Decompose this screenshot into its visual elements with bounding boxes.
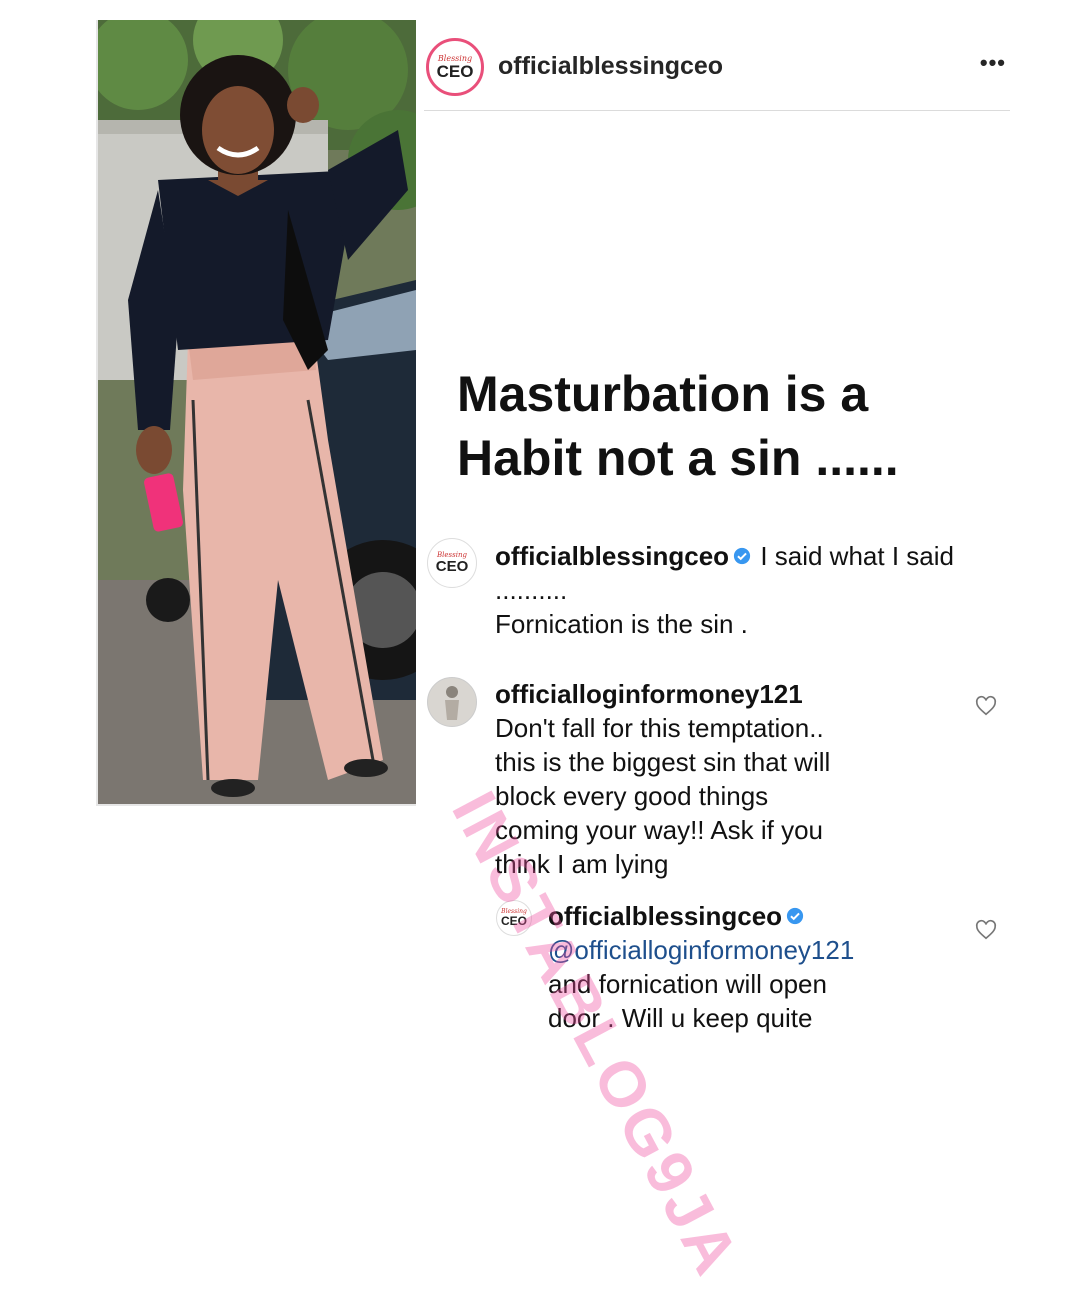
comment-text-line: think I am lying bbox=[495, 849, 669, 879]
comment-avatar[interactable]: Blessing CEO bbox=[427, 538, 477, 588]
verified-badge-icon bbox=[786, 908, 804, 925]
post-caption-line: Masturbation is a bbox=[457, 366, 869, 422]
comment-text: Fornication is the sin . bbox=[495, 609, 748, 639]
comment-username[interactable]: officialblessingceo bbox=[495, 541, 729, 571]
avatar-ceo-text: CEO bbox=[436, 61, 474, 81]
comment: officialblessingceo I said what I said .… bbox=[495, 539, 995, 641]
post-photo bbox=[96, 20, 416, 806]
reply-avatar[interactable]: Blessing CEO bbox=[496, 900, 532, 936]
avatar-ceo-text: CEO bbox=[435, 558, 469, 575]
comment-username[interactable]: officialloginformoney121 bbox=[495, 677, 955, 711]
woman-photo-illustration bbox=[98, 20, 416, 804]
comment-text-line: and fornication will open bbox=[548, 969, 827, 999]
profile-avatar[interactable]: Blessing CEO bbox=[426, 38, 484, 96]
comment-username[interactable]: officialblessingceo bbox=[548, 901, 782, 931]
comment-text-line: coming your way!! Ask if you bbox=[495, 815, 824, 845]
verified-badge-icon bbox=[733, 548, 751, 565]
user-photo-icon bbox=[445, 686, 459, 720]
post-caption-line: Habit not a sin ...... bbox=[457, 430, 899, 486]
post-header: Blessing CEO officialblessingceo ••• bbox=[424, 36, 1010, 111]
avatar-ceo-text: CEO bbox=[500, 914, 527, 928]
comment-text-line: Don't fall for this temptation.. bbox=[495, 713, 824, 743]
comment-avatar[interactable] bbox=[427, 677, 477, 727]
more-options-icon[interactable]: ••• bbox=[980, 50, 1006, 76]
comment: officialloginformoney121 Don't fall for … bbox=[495, 677, 955, 881]
mention-link[interactable]: @officialloginformoney121 bbox=[548, 933, 968, 967]
post-caption: Masturbation is a Habit not a sin ...... bbox=[457, 362, 1017, 490]
like-heart-icon[interactable] bbox=[975, 695, 997, 717]
comment-text-line: this is the biggest sin that will bbox=[495, 747, 831, 777]
reply-comment: officialblessingceo @officialloginformon… bbox=[548, 899, 968, 1035]
header-username[interactable]: officialblessingceo bbox=[498, 52, 723, 81]
comment-text-line: block every good things bbox=[495, 781, 769, 811]
comment-text-line: door . Will u keep quite bbox=[548, 1003, 813, 1033]
like-heart-icon[interactable] bbox=[975, 919, 997, 941]
